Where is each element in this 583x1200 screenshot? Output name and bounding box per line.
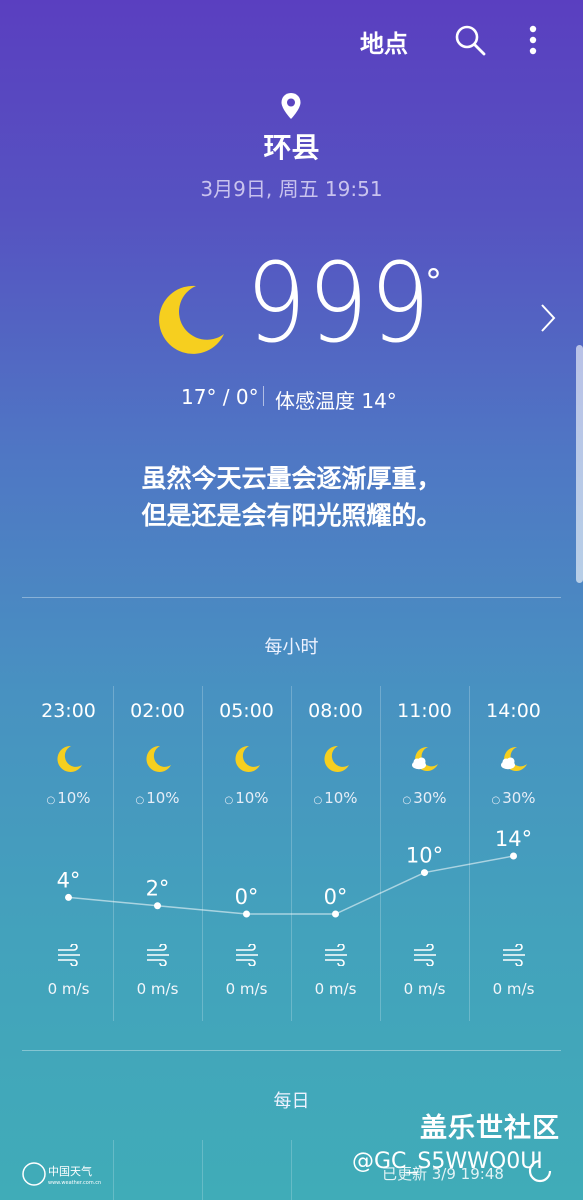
temperature-chart: 4° 2° 0° 0° 10° 14° xyxy=(57,827,532,918)
divider xyxy=(113,1140,114,1200)
temperature-label: 4° xyxy=(57,868,81,892)
watermark-title: 盖乐世社区 xyxy=(420,1113,560,1144)
temperature-point xyxy=(332,910,339,918)
temperature-point xyxy=(510,852,517,860)
temperature-label: 0° xyxy=(324,885,348,909)
description-line-2: 但是还是会有阳光照耀的。 xyxy=(141,501,442,530)
refresh-icon[interactable] xyxy=(527,1158,553,1184)
location-button[interactable]: 地点 xyxy=(360,24,408,59)
temperature-point xyxy=(154,902,161,910)
hourly-title: 每小时 xyxy=(264,637,319,658)
temperature-label: 0° xyxy=(235,885,259,909)
more-vertical-icon[interactable] xyxy=(525,25,541,55)
temperature-point xyxy=(65,893,72,901)
divider xyxy=(202,1140,203,1200)
scrollbar[interactable] xyxy=(576,345,583,583)
current-temperature: 999 xyxy=(246,239,432,367)
temperature-label: 2° xyxy=(146,877,170,901)
temperature-point xyxy=(421,869,428,877)
weather-description: 虽然今天云量会逐渐厚重， 但是还是会有阳光照耀的。 xyxy=(0,460,583,534)
watermark-handle: @GC_S5WWO0UI xyxy=(352,1149,543,1174)
divider xyxy=(263,386,264,406)
divider xyxy=(22,1050,561,1051)
temperature-label: 10° xyxy=(406,844,443,868)
location-pin-icon xyxy=(281,93,301,119)
temperature-line xyxy=(68,855,514,915)
logo-url: www.weather.com.cn xyxy=(48,1180,101,1186)
weather-logo: 中国天气 www.weather.com.cn xyxy=(22,1162,101,1186)
city-name: 环县 xyxy=(263,131,320,164)
temperature-point xyxy=(243,910,250,918)
moon-icon xyxy=(159,285,224,354)
high-low-temperature: 17° / 0° xyxy=(181,385,259,409)
hourly-forecast[interactable]: 23:00 ○ 10% 0 m/s 02:00 ○ 10% 0 m/s 05:00 ○ 10% 0 m… xyxy=(24,686,560,1021)
divider xyxy=(22,597,561,598)
degree-symbol: ° xyxy=(425,262,442,302)
search-icon[interactable] xyxy=(454,24,486,56)
date-time: 3月9日, 周五 19:51 xyxy=(200,177,383,201)
description-line-1: 虽然今天云量会逐渐厚重， xyxy=(141,464,442,493)
feels-like-temperature: 体感温度 14° xyxy=(275,389,397,413)
chevron-right-icon[interactable] xyxy=(538,302,558,334)
logo-text: 中国天气 xyxy=(48,1164,92,1178)
divider xyxy=(291,1140,292,1200)
temperature-label: 14° xyxy=(495,827,532,851)
